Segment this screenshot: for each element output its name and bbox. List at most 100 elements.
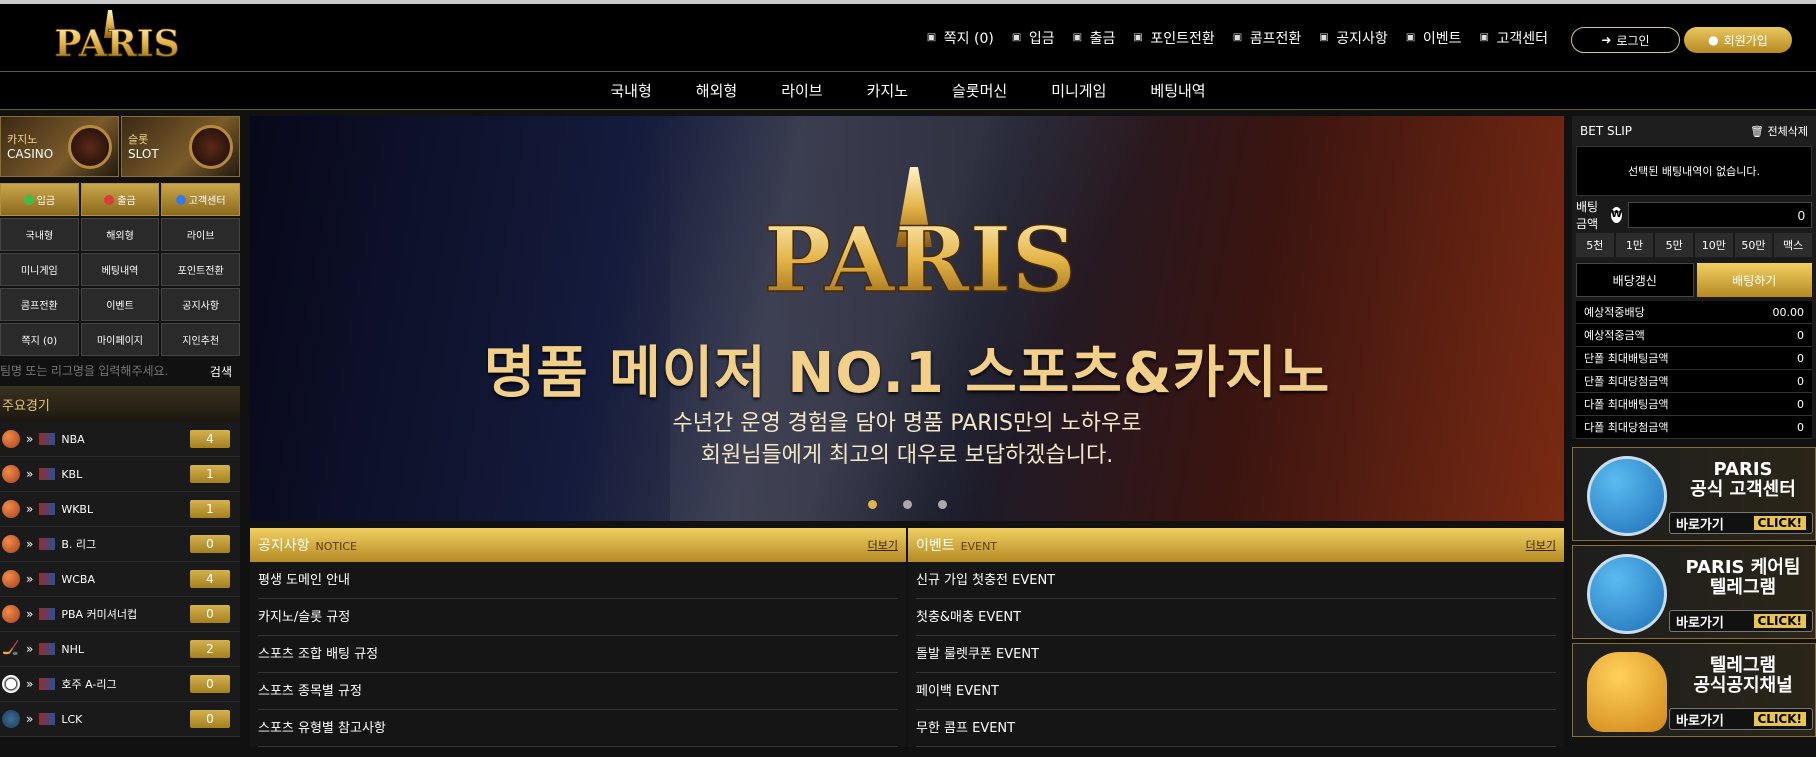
quick-menu-item[interactable]: 콤프전환 bbox=[0, 288, 79, 321]
top-nav-item[interactable]: ▣ 이벤트 bbox=[1406, 28, 1462, 48]
telegram-banner[interactable]: 텔레그램 공식공지채널바로가기 CLICK! bbox=[1572, 643, 1816, 737]
login-button[interactable]: ➜ 로그인 bbox=[1571, 27, 1680, 53]
league-row[interactable]: » B. 리그 0 bbox=[0, 527, 240, 562]
bet-amount-input[interactable] bbox=[1628, 202, 1812, 228]
roulette-icon bbox=[68, 125, 112, 169]
quick-menu-label: 쪽지 (0) bbox=[21, 336, 58, 347]
event-row[interactable]: 페이백 EVENT bbox=[916, 673, 1556, 710]
telegram-go-button[interactable]: 바로가기 CLICK! bbox=[1669, 708, 1813, 730]
search-button[interactable]: 검색 bbox=[210, 363, 232, 380]
refresh-odds-button[interactable]: 배당갱신 bbox=[1576, 263, 1694, 297]
bet-amount-row: 배팅금액 ₩ bbox=[1572, 199, 1816, 231]
amount-chip[interactable]: 10만 bbox=[1695, 233, 1733, 257]
quick-menu-item[interactable]: 이벤트 bbox=[80, 288, 160, 321]
league-logo-icon bbox=[39, 433, 56, 445]
quick-menu-item[interactable]: 쪽지 (0) bbox=[0, 323, 79, 356]
main-nav-item[interactable]: 미니게임 bbox=[1029, 80, 1128, 101]
amount-chip[interactable]: 맥스 bbox=[1774, 233, 1812, 257]
event-row[interactable]: 돌발 룰렛쿠폰 EVENT bbox=[916, 636, 1556, 673]
click-label: CLICK! bbox=[1753, 712, 1806, 726]
telegram-banner[interactable]: PARIS 공식 고객센터 바로가기 CLICK! bbox=[1572, 447, 1816, 541]
deposit-icon: ▣ bbox=[1011, 32, 1022, 43]
telegram-go-button[interactable]: 바로가기 CLICK! bbox=[1669, 610, 1813, 632]
league-name: NBA bbox=[61, 432, 85, 446]
quick-menu-item[interactable]: 베팅내역 bbox=[80, 253, 160, 286]
league-row[interactable]: » NBA 4 bbox=[0, 422, 240, 457]
banner-dot-2[interactable] bbox=[902, 500, 912, 509]
event-row[interactable]: 무한 콤프 EVENT bbox=[916, 710, 1556, 747]
quick-menu-item[interactable]: 미니게임 bbox=[0, 253, 79, 286]
top-nav-item[interactable]: ▣ 포인트전환 bbox=[1133, 28, 1214, 48]
quick-menu-item[interactable]: 지인추천 bbox=[161, 323, 240, 356]
quick-menu-item[interactable]: 해외형 bbox=[80, 218, 160, 251]
telegram-go-button[interactable]: 바로가기 CLICK! bbox=[1669, 512, 1813, 534]
top-nav-item[interactable]: ▣ 쪽지 (0) bbox=[927, 28, 994, 48]
event-more-link[interactable]: 더보기 bbox=[1526, 537, 1556, 553]
quick-menu-item[interactable]: 공지사항 bbox=[161, 288, 240, 321]
top-nav-item[interactable]: ▣ 출금 bbox=[1073, 28, 1116, 48]
notice-row[interactable]: 평생 도메인 안내 bbox=[258, 562, 898, 599]
top-nav-item[interactable]: ▣ 고객센터 bbox=[1479, 28, 1548, 48]
quick-menu-item[interactable]: 출금 bbox=[80, 183, 160, 216]
quick-menu-item[interactable]: 국내형 bbox=[0, 218, 79, 251]
quick-menu-item[interactable]: 고객센터 bbox=[161, 183, 240, 216]
notice-row[interactable]: 스포츠 종목별 규정 bbox=[258, 673, 898, 710]
league-row[interactable]: » WCBA 4 bbox=[0, 562, 240, 597]
event-row[interactable]: 첫충&매충 EVENT bbox=[916, 599, 1556, 636]
amount-chip[interactable]: 1만 bbox=[1615, 233, 1654, 257]
main-banner[interactable]: PARIS 명품 메이저 NO.1 스포츠&카지노 수년간 운영 경험을 담아 … bbox=[250, 116, 1564, 521]
top-nav-item[interactable]: ▣ 입금 bbox=[1012, 28, 1055, 48]
bet-summary-row: 다폴 최대배팅금액 0 bbox=[1576, 393, 1812, 416]
won-icon: ₩ bbox=[1610, 207, 1622, 223]
event-row[interactable]: 신규 가입 첫충전 EVENT bbox=[916, 562, 1556, 599]
amount-chip[interactable]: 5천 bbox=[1576, 233, 1614, 257]
top-nav-item[interactable]: ▣ 공지사항 bbox=[1319, 28, 1388, 48]
notice-row[interactable]: 스포츠 유형별 참고사항 bbox=[258, 710, 898, 747]
notice-row[interactable]: 카지노/슬롯 규정 bbox=[258, 599, 898, 636]
telegram-banner[interactable]: PARIS 케어팀 텔레그램 바로가기 CLICK! bbox=[1572, 545, 1816, 639]
quick-menu-item[interactable]: 입금 bbox=[0, 183, 79, 216]
top-nav-item[interactable]: ▣ 콤프전환 bbox=[1233, 28, 1302, 48]
logo[interactable]: PARIS bbox=[50, 6, 185, 68]
main-nav-item[interactable]: 해외형 bbox=[674, 80, 759, 101]
amount-chip[interactable]: 5만 bbox=[1655, 233, 1693, 257]
top-nav-label: 공지사항 bbox=[1336, 31, 1388, 47]
place-bet-button[interactable]: 배팅하기 bbox=[1696, 263, 1812, 297]
main-nav-item[interactable]: 국내형 bbox=[588, 80, 673, 101]
bet-summary-key: 다폴 최대당첨금액 bbox=[1584, 421, 1669, 434]
login-label: 로그인 bbox=[1616, 33, 1650, 48]
league-row[interactable]: » WKBL 1 bbox=[0, 492, 240, 527]
main-nav-item[interactable]: 베팅내역 bbox=[1128, 80, 1227, 101]
banner-dot-3[interactable] bbox=[937, 500, 947, 509]
main-nav-item[interactable]: 슬롯머신 bbox=[930, 80, 1029, 101]
league-row[interactable]: » KBL 1 bbox=[0, 457, 240, 492]
quick-menu-item[interactable]: 라이브 bbox=[161, 218, 240, 251]
double-chevron-icon: » bbox=[26, 502, 34, 516]
notice-more-link[interactable]: 더보기 bbox=[868, 537, 898, 553]
search-input[interactable] bbox=[0, 364, 180, 378]
promo-banners: 카지노 CASINO 슬롯 SLOT bbox=[0, 116, 240, 177]
main-nav-item[interactable]: 라이브 bbox=[759, 80, 844, 101]
go-label: 바로가기 bbox=[1676, 517, 1724, 533]
promo-casino[interactable]: 카지노 CASINO bbox=[0, 116, 119, 177]
join-button[interactable]: ● 회원가입 bbox=[1684, 27, 1792, 53]
quick-menu: 입금 출금 고객센터국내형 해외형 라이브미니게임 베팅내역 포인트전환콤프전환 이벤트 공지사… bbox=[0, 183, 240, 356]
league-logo-icon bbox=[39, 678, 56, 690]
league-row[interactable]: 🏒 » NHL 2 bbox=[0, 632, 240, 667]
league-row[interactable]: » 호주 A-리그 0 bbox=[0, 667, 240, 702]
quick-menu-item[interactable]: 마이페이지 bbox=[80, 323, 160, 356]
telegram-banner-text: 텔레그램 공식공지채널 bbox=[1673, 656, 1813, 696]
league-count-badge: 0 bbox=[190, 675, 230, 693]
amount-chip[interactable]: 50만 bbox=[1734, 233, 1773, 257]
clear-all-button[interactable]: 🗑 전체삭제 bbox=[1750, 123, 1808, 139]
league-row[interactable]: » LCK 0 bbox=[0, 702, 240, 737]
banner-dot-1[interactable] bbox=[867, 500, 877, 509]
quick-menu-item[interactable]: 포인트전환 bbox=[161, 253, 240, 286]
main-nav-item[interactable]: 카지노 bbox=[845, 80, 930, 101]
bell-icon bbox=[1587, 652, 1667, 732]
league-row[interactable]: » PBA 커미셔너컵 0 bbox=[0, 597, 240, 632]
promo-slot[interactable]: 슬롯 SLOT bbox=[121, 116, 240, 177]
lol-icon bbox=[2, 710, 20, 728]
notice-row[interactable]: 스포츠 조합 배팅 규정 bbox=[258, 636, 898, 673]
telegram-line2: 공식 고객센터 bbox=[1690, 479, 1796, 500]
